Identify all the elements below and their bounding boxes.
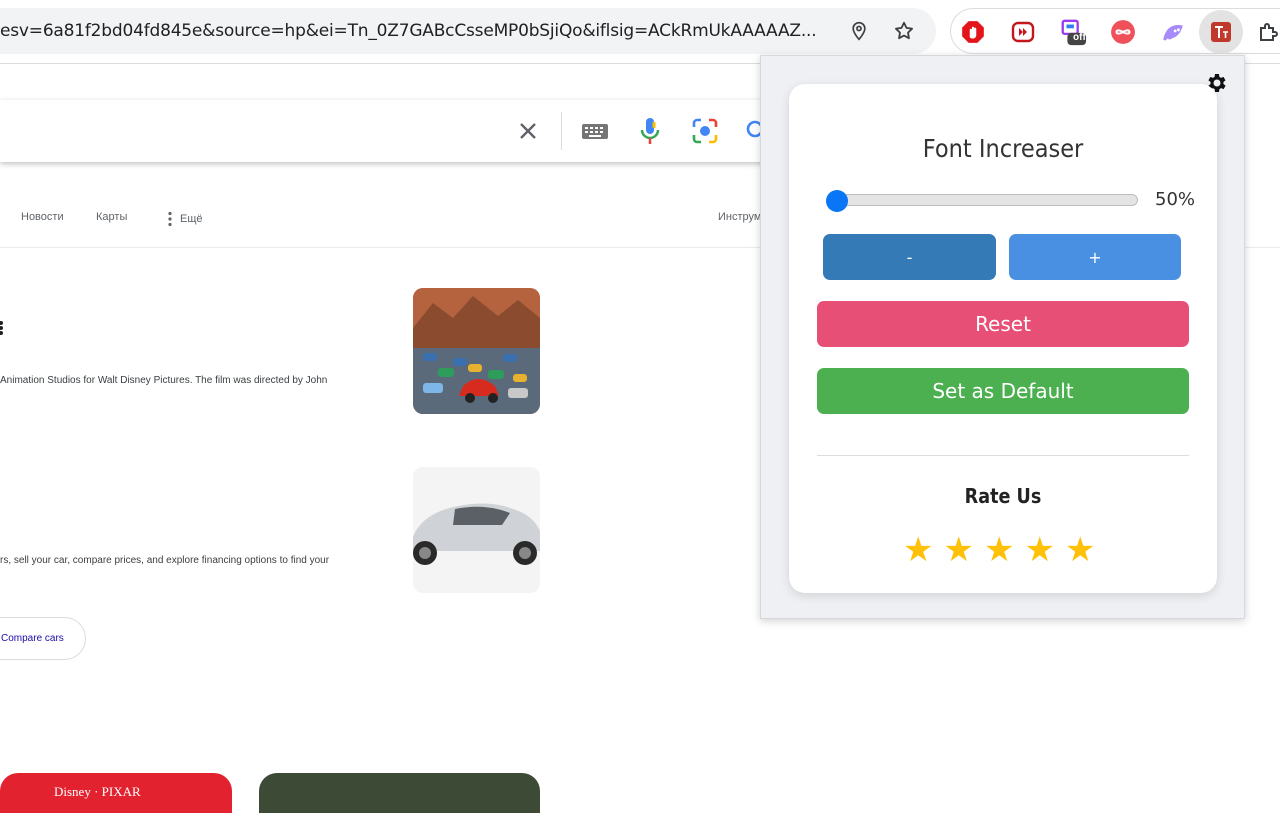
star-icon[interactable]: ★ <box>1065 530 1095 570</box>
popup-title: Font Increaser <box>922 134 1084 163</box>
rate-us-title: Rate Us <box>964 484 1042 508</box>
rating-stars: ★ ★ ★ ★ ★ <box>903 530 1103 570</box>
extensions-bar: off <box>950 8 1280 54</box>
reset-button[interactable]: Reset <box>817 301 1189 347</box>
car-thumbnail[interactable] <box>413 467 540 593</box>
cars-movie-thumbnail[interactable] <box>413 288 540 414</box>
more-vert-icon <box>168 211 172 227</box>
tab-news[interactable]: Новости <box>21 211 64 223</box>
disney-pixar-logo-text: Disney · PIXAR <box>54 784 141 799</box>
bookmark-star-icon[interactable] <box>891 18 917 44</box>
font-increaser-popup: Font Increaser 50% - + Reset Set as Defa… <box>760 55 1245 619</box>
popup-card: Font Increaser 50% - + Reset Set as Defa… <box>789 84 1217 593</box>
star-icon[interactable]: ★ <box>984 530 1014 570</box>
tab-tools[interactable]: Инструм <box>718 211 761 223</box>
tab-more[interactable]: Ещё <box>168 211 203 227</box>
ghost-extension-icon[interactable] <box>1159 18 1187 46</box>
address-bar[interactable]: esv=6a81f2bd04fd845e&source=hp&ei=Tn_0Z7… <box>0 8 936 54</box>
google-search-box[interactable] <box>0 100 800 162</box>
search-divider <box>561 112 562 150</box>
decrease-font-button[interactable]: - <box>823 234 996 280</box>
movie-scene-card[interactable] <box>259 773 540 813</box>
adblock-extension-icon[interactable] <box>959 18 987 46</box>
result-more-vert-icon[interactable] <box>0 320 6 336</box>
video-speed-extension-icon[interactable] <box>1009 18 1037 46</box>
tab-more-label: Ещё <box>180 213 203 225</box>
location-pin-icon[interactable] <box>846 18 872 44</box>
clear-search-icon[interactable] <box>513 116 543 146</box>
extensions-puzzle-icon[interactable] <box>1255 18 1280 46</box>
lens-search-icon[interactable] <box>690 116 720 146</box>
tab-extension-icon[interactable]: off <box>1059 18 1087 46</box>
address-bar-url[interactable]: esv=6a81f2bd04fd845e&source=hp&ei=Tn_0Z7… <box>0 21 830 41</box>
tab-maps[interactable]: Карты <box>96 211 127 223</box>
set-default-button[interactable]: Set as Default <box>817 368 1189 414</box>
result-snippet: rs, sell your car, compare prices, and e… <box>0 555 330 566</box>
font-size-slider[interactable] <box>826 190 1138 212</box>
voice-search-icon[interactable] <box>635 116 665 146</box>
result-snippet: Animation Studios for Walt Disney Pictur… <box>0 375 328 386</box>
compare-cars-chip[interactable]: Compare cars <box>0 617 86 660</box>
extension-off-badge: off <box>1073 32 1086 43</box>
star-icon[interactable]: ★ <box>903 530 933 570</box>
increase-font-button[interactable]: + <box>1009 234 1181 280</box>
star-icon[interactable]: ★ <box>1024 530 1054 570</box>
disney-pixar-card[interactable]: Disney · PIXAR <box>0 773 232 813</box>
slider-thumb[interactable] <box>826 190 848 212</box>
keyboard-icon[interactable] <box>580 116 610 146</box>
font-size-percent: 50% <box>1155 189 1196 210</box>
font-increaser-extension-icon[interactable] <box>1199 10 1243 54</box>
infinity-extension-icon[interactable] <box>1109 18 1137 46</box>
divider <box>817 455 1189 456</box>
star-icon[interactable]: ★ <box>943 530 973 570</box>
